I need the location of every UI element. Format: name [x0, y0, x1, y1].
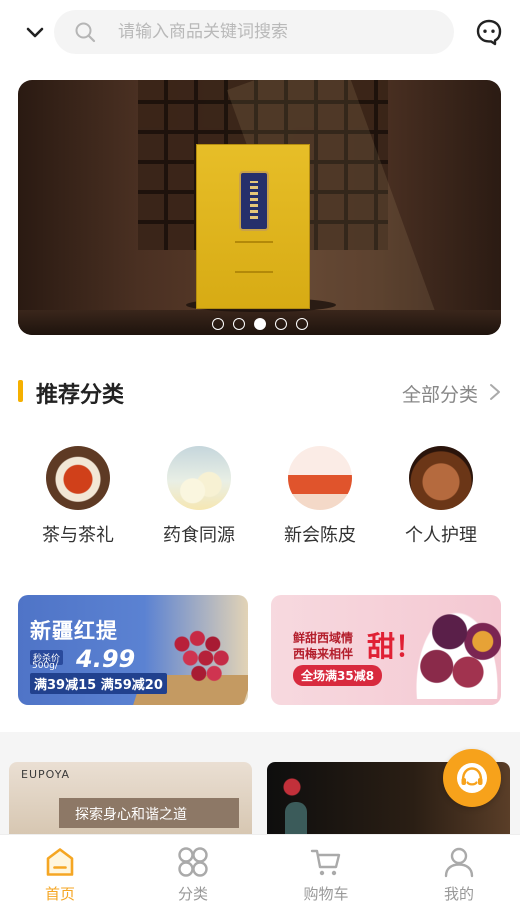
category-label: 药食同源: [163, 525, 235, 546]
carousel-dot[interactable]: [295, 318, 308, 330]
tab-cart[interactable]: 购物车: [276, 845, 376, 904]
category-label: 个人护理: [405, 525, 477, 546]
search-icon: [75, 22, 96, 43]
banner-carousel[interactable]: [18, 80, 501, 335]
chevron-down-icon[interactable]: [24, 22, 46, 42]
user-icon: [444, 847, 474, 878]
section-accent-bar: [18, 380, 23, 402]
tab-label: 购物车: [303, 885, 349, 903]
home-icon: [46, 848, 74, 876]
category-medicinal-food-image: [167, 446, 231, 510]
flower-image: [277, 772, 307, 802]
all-categories-link[interactable]: 全部分类: [402, 380, 478, 407]
section-title: 推荐分类: [36, 383, 125, 408]
category-personal-care[interactable]: 个人护理: [391, 446, 491, 547]
bottom-tab-bar: 首页 分类 购物车 我的: [0, 834, 520, 904]
promo-weight: 500g/: [32, 661, 58, 671]
tab-home[interactable]: 首页: [10, 845, 110, 904]
product-card[interactable]: EUPOYA 探索身心和谐之道: [9, 762, 252, 834]
promo-deal: 全场满35减8: [293, 665, 383, 686]
product-brand: EUPOYA: [21, 768, 71, 781]
promo-sweet: 甜！: [367, 630, 424, 663]
top-bar: [0, 0, 520, 64]
category-grid-icon: [178, 847, 208, 877]
search-box[interactable]: [54, 10, 454, 54]
message-icon[interactable]: [475, 18, 503, 46]
category-tangerine-peel[interactable]: 新会陈皮: [270, 446, 370, 547]
tab-label: 首页: [44, 885, 75, 903]
category-label: 新会陈皮: [284, 525, 356, 546]
promo-card-grapes[interactable]: 新疆红提 秒杀价 500g/ 4.99 满39减15 满59减20: [18, 595, 248, 705]
product-seal-graphic: [235, 241, 273, 273]
search-input[interactable]: [118, 10, 438, 54]
category-tea[interactable]: 茶与茶礼: [28, 446, 128, 547]
carousel-dot[interactable]: [211, 318, 224, 330]
banner-product-image: [196, 144, 310, 309]
chevron-right-icon[interactable]: [488, 382, 502, 402]
promo-deal: 满39减15 满59减20: [30, 673, 167, 694]
carousel-dot-active[interactable]: [253, 318, 266, 330]
carousel-indicator: [18, 318, 501, 330]
category-tea-image: [46, 446, 110, 510]
promo-line1: 鲜甜西域情: [293, 631, 354, 645]
customer-service-icon: [457, 763, 487, 793]
tab-profile[interactable]: 我的: [409, 845, 509, 904]
tab-label: 我的: [443, 885, 474, 903]
cart-icon: [310, 849, 341, 876]
product-label-graphic: [239, 171, 269, 231]
carousel-dot[interactable]: [274, 318, 287, 330]
promo-title: 新疆红提: [30, 619, 118, 643]
tab-label: 分类: [177, 885, 208, 903]
tab-category[interactable]: 分类: [143, 845, 243, 904]
grapes-image: [168, 623, 238, 693]
category-tangerine-peel-image: [288, 446, 352, 510]
promo-line2: 西梅来相伴: [293, 647, 354, 661]
product-slogan: 探索身心和谐之道: [59, 798, 239, 828]
carousel-dot[interactable]: [232, 318, 245, 330]
plums-image: [411, 603, 501, 699]
promo-card-plums[interactable]: 鲜甜西域情 西梅来相伴 甜！ 全场满35减8: [271, 595, 501, 705]
category-medicinal-food[interactable]: 药食同源: [149, 446, 249, 547]
customer-service-button[interactable]: [443, 749, 501, 807]
category-personal-care-image: [409, 446, 473, 510]
category-label: 茶与茶礼: [42, 525, 114, 546]
promo-price: 4.99: [76, 645, 136, 673]
vase-image: [285, 802, 307, 834]
